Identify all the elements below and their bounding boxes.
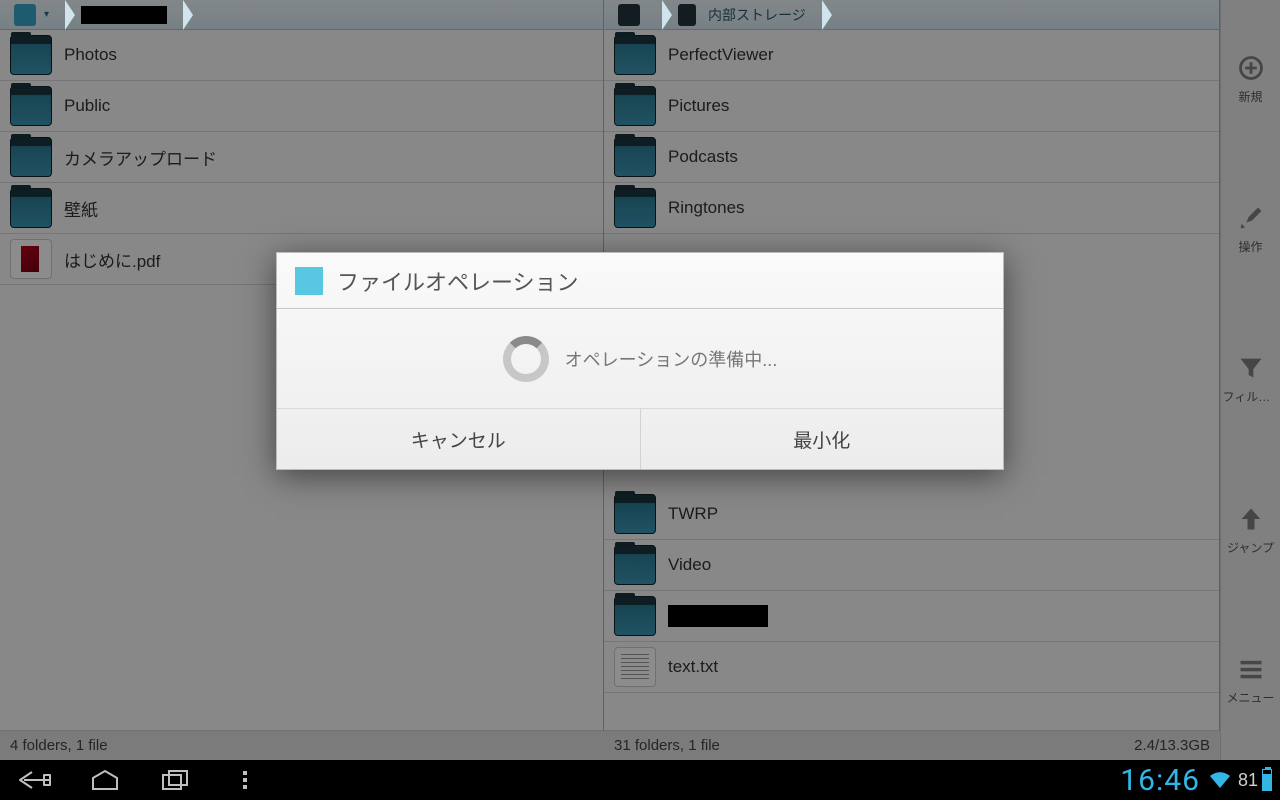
battery-percent: 81 [1238,770,1258,791]
battery-indicator: 81 [1238,769,1272,791]
minimize-button[interactable]: 最小化 [640,409,1004,469]
overflow-menu-button[interactable] [210,760,280,800]
dialog-title: ファイルオペレーション [337,265,579,297]
wifi-icon [1208,770,1232,790]
dialog-button-row: キャンセル 最小化 [277,409,1003,469]
spinner-icon [503,336,549,382]
dialog-body: オペレーションの準備中... [277,309,1003,409]
status-clock[interactable]: 16:46 [1120,763,1200,798]
recent-apps-button[interactable] [140,760,210,800]
battery-icon [1262,769,1272,791]
cancel-button[interactable]: キャンセル [277,409,640,469]
system-navigation-bar: 16:46 81 [0,760,1280,800]
dialog-title-bar: ファイルオペレーション [277,253,1003,309]
minimize-label: 最小化 [793,426,850,453]
dialog-app-icon [295,267,323,295]
file-operation-dialog: ファイルオペレーション オペレーションの準備中... キャンセル 最小化 [276,252,1004,470]
cancel-label: キャンセル [411,426,506,453]
home-button[interactable] [70,760,140,800]
back-button[interactable] [0,760,70,800]
dialog-message: オペレーションの準備中... [565,346,778,372]
